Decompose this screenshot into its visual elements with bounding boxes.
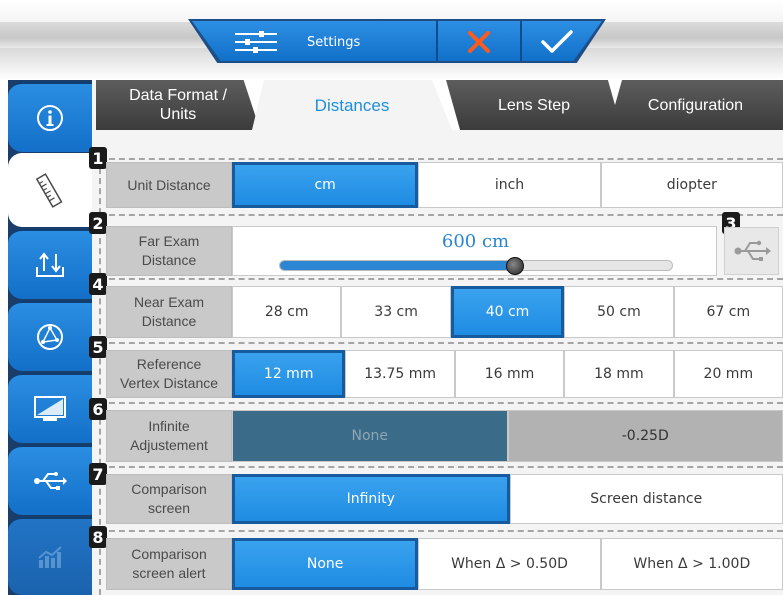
vertex-option-12[interactable]: 12 mm	[232, 350, 346, 398]
vertex-option-13-75[interactable]: 13.75 mm	[345, 350, 455, 398]
far-exam-value: 600 cm	[441, 231, 510, 252]
tab-data-format-units[interactable]: Data Format / Units	[96, 80, 260, 130]
cancel-button[interactable]	[438, 24, 520, 60]
tab-label: Data Format / Units	[129, 87, 227, 123]
comparison-alert-row: Comparison screen alert None When Δ > 0.…	[106, 538, 783, 590]
near-exam-label: Near Exam Distance	[106, 286, 232, 338]
badge-8: 8	[89, 526, 107, 548]
sidebar-item-usb[interactable]	[8, 445, 92, 515]
usb-icon	[34, 472, 67, 490]
usb-icon	[734, 240, 771, 261]
unit-distance-option-diopter[interactable]: diopter	[600, 162, 783, 208]
alert-option-050[interactable]: When Δ > 0.50D	[418, 538, 601, 590]
comparison-alert-label: Comparison screen alert	[106, 538, 232, 590]
unit-distance-label: Unit Distance	[106, 162, 232, 208]
network-icon	[37, 324, 63, 350]
vertex-distance-row: Reference Vertex Distance 12 mm 13.75 mm…	[106, 350, 783, 398]
comparison-screen-row: Comparison screen Infinity Screen distan…	[106, 474, 783, 524]
divider	[99, 402, 783, 404]
ruler-icon	[35, 173, 63, 208]
divider	[99, 530, 783, 532]
unit-distance-row: Unit Distance cm inch diopter	[106, 162, 783, 208]
divider	[99, 158, 783, 160]
infinite-adjustement-row: Infinite Adjustement None -0.25D	[106, 410, 783, 462]
near-exam-option-28[interactable]: 28 cm	[232, 286, 342, 338]
comparison-option-screen-distance[interactable]: Screen distance	[509, 474, 783, 524]
tab-distances[interactable]: Distances	[252, 80, 452, 130]
sidebar-item-distances[interactable]	[8, 153, 92, 227]
check-icon	[541, 30, 573, 53]
tab-configuration[interactable]: Configuration	[608, 80, 783, 130]
vertex-distance-label: Reference Vertex Distance	[106, 350, 232, 398]
tab-label: Lens Step	[497, 96, 571, 114]
badge-7: 7	[89, 463, 107, 485]
close-icon	[468, 31, 490, 53]
badge-4: 4	[89, 273, 107, 295]
near-exam-row: Near Exam Distance 28 cm 33 cm 40 cm 50 …	[106, 286, 783, 338]
sidebar-item-import-export[interactable]	[8, 229, 92, 299]
tab-lens-step[interactable]: Lens Step	[446, 80, 622, 130]
infinite-option-none[interactable]: None	[232, 410, 508, 462]
near-exam-option-50[interactable]: 50 cm	[564, 286, 674, 338]
infinite-option-minus-025[interactable]: -0.25D	[507, 410, 783, 462]
slider-fill	[280, 261, 516, 270]
sidebar-item-info[interactable]	[8, 82, 92, 152]
near-exam-option-40[interactable]: 40 cm	[450, 286, 565, 338]
vertex-option-20[interactable]: 20 mm	[673, 350, 783, 398]
comparison-option-infinity[interactable]: Infinity	[232, 474, 510, 524]
settings-screen: Settings Data Format / Units Distances L…	[0, 0, 783, 595]
badge-1: 1	[89, 147, 107, 169]
import-export-icon	[36, 252, 64, 277]
monitor-icon	[34, 396, 66, 421]
near-exam-option-33[interactable]: 33 cm	[341, 286, 451, 338]
far-exam-row: Far Exam Distance	[106, 226, 232, 276]
vertex-option-18[interactable]: 18 mm	[564, 350, 674, 398]
infinite-adjustement-label: Infinite Adjustement	[106, 410, 232, 462]
far-exam-control: 600 cm	[232, 226, 717, 276]
slider-handle[interactable]	[506, 257, 525, 275]
unit-distance-option-inch[interactable]: inch	[418, 162, 601, 208]
sidebar-item-statistics[interactable]	[8, 517, 92, 595]
comparison-screen-label: Comparison screen	[106, 474, 232, 524]
confirm-button[interactable]	[522, 24, 592, 60]
far-exam-slider[interactable]	[279, 257, 673, 275]
badge-2: 2	[89, 212, 107, 234]
near-exam-option-67[interactable]: 67 cm	[673, 286, 783, 338]
badge-6: 6	[89, 398, 107, 420]
vertex-option-16[interactable]: 16 mm	[454, 350, 565, 398]
info-icon	[37, 105, 63, 131]
sliders-icon	[235, 31, 277, 53]
settings-label: Settings	[307, 34, 361, 50]
usb-import-button[interactable]	[724, 227, 779, 275]
unit-distance-option-cm[interactable]: cm	[232, 162, 419, 208]
divider	[99, 214, 783, 216]
far-exam-label: Far Exam Distance	[106, 226, 232, 276]
alert-option-100[interactable]: When Δ > 1.00D	[600, 538, 783, 590]
divider	[99, 466, 783, 468]
divider	[99, 342, 783, 344]
divider	[99, 278, 783, 280]
chart-icon	[38, 546, 62, 568]
settings-button[interactable]: Settings	[215, 24, 435, 60]
alert-option-none[interactable]: None	[232, 538, 419, 590]
tab-label: Distances	[314, 95, 390, 115]
badge-5: 5	[89, 336, 107, 358]
tab-label: Configuration	[647, 96, 744, 114]
sidebar-item-network[interactable]	[8, 301, 92, 371]
sidebar-item-display[interactable]	[8, 373, 92, 443]
